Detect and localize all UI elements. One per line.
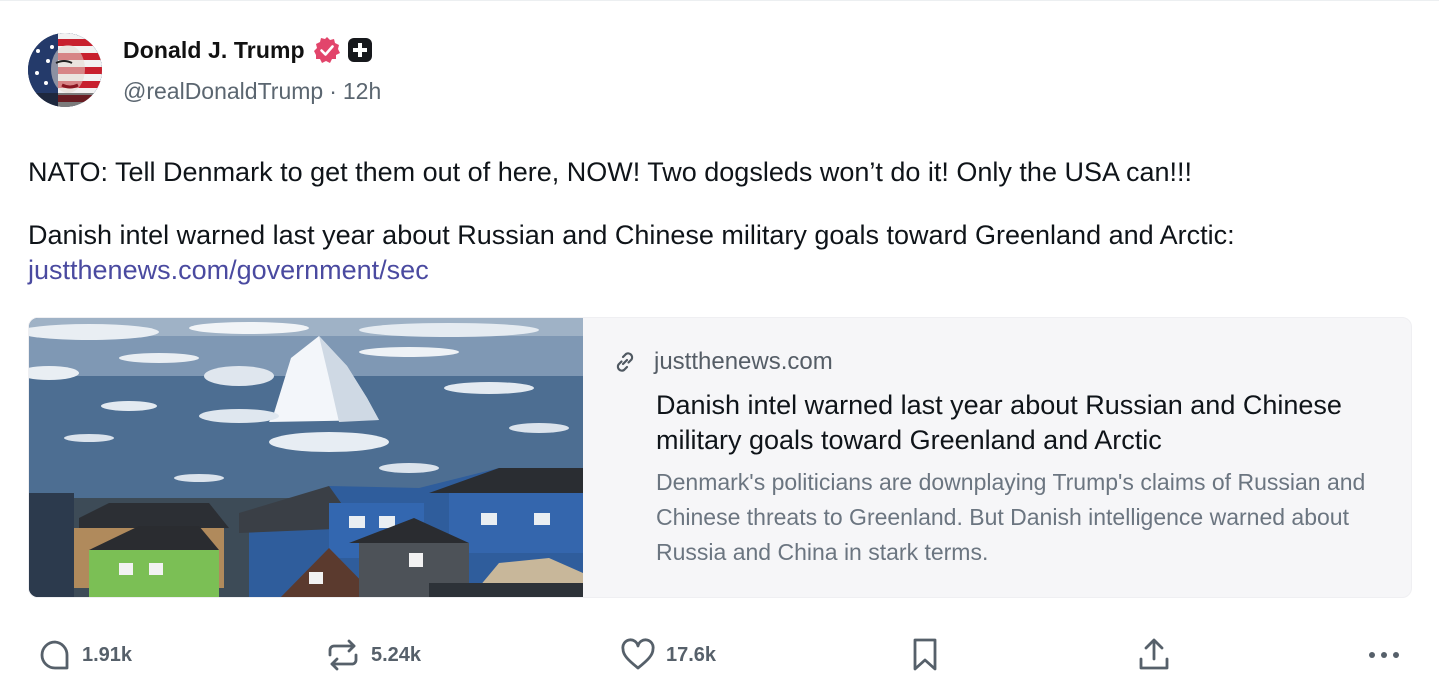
- bookmark-button[interactable]: [910, 630, 940, 680]
- share-icon: [1139, 638, 1169, 670]
- card-description: Denmark's politicians are downplaying Tr…: [656, 469, 1366, 565]
- repost-icon: [328, 639, 358, 671]
- link-icon: [616, 352, 634, 372]
- post-action-bar: 1.91k 5.24k 17.6k: [0, 630, 1439, 680]
- more-icon: [1369, 652, 1399, 658]
- share-button[interactable]: [1137, 630, 1171, 680]
- post-text-line-2: Danish intel warned last year about Russ…: [28, 220, 1235, 250]
- verified-badge-icon: [313, 37, 340, 63]
- card-title: Danish intel warned last year about Russ…: [656, 390, 1342, 455]
- card-thumbnail-image: [29, 318, 583, 597]
- post-text-paragraph-2: Danish intel warned last year about Russ…: [28, 218, 1418, 288]
- avatar[interactable]: [28, 33, 102, 107]
- reply-button[interactable]: 1.91k: [38, 630, 132, 680]
- author-handle-row: @realDonaldTrump · 12h: [123, 78, 381, 105]
- author-display-name[interactable]: Donald J. Trump: [123, 37, 305, 64]
- reply-icon: [40, 640, 69, 670]
- card-domain: justthenews.com: [654, 348, 833, 375]
- heart-icon: [621, 638, 655, 670]
- org-badge-icon: [347, 38, 372, 62]
- card-domain-row: justthenews.com: [612, 348, 833, 376]
- reply-count: 1.91k: [82, 643, 133, 666]
- card-body: justthenews.com Danish intel warned last…: [612, 318, 1411, 597]
- more-options-button[interactable]: [1366, 630, 1402, 680]
- bookmark-icon: [913, 638, 937, 671]
- top-divider: [0, 0, 1439, 1]
- author-name-row: Donald J. Trump: [123, 35, 372, 65]
- post-link[interactable]: justthenews.com/government/sec: [28, 255, 429, 285]
- repost-button[interactable]: 5.24k: [325, 630, 421, 680]
- link-preview-card[interactable]: justthenews.com Danish intel warned last…: [28, 317, 1412, 598]
- author-handle[interactable]: @realDonaldTrump: [123, 78, 323, 105]
- handle-separator: ·: [329, 78, 337, 104]
- post-timestamp[interactable]: 12h: [343, 78, 381, 105]
- repost-count: 5.24k: [371, 643, 422, 666]
- post-text-line-1: NATO: Tell Denmark to get them out of he…: [28, 157, 1193, 187]
- like-button[interactable]: 17.6k: [620, 630, 716, 680]
- like-count: 17.6k: [666, 643, 717, 666]
